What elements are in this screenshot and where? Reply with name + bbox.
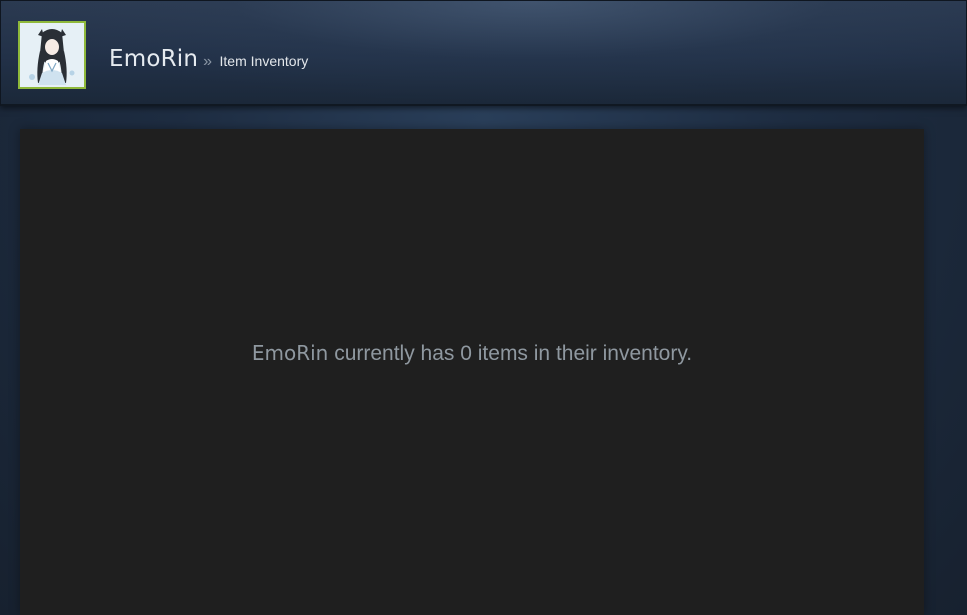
breadcrumb: EmoRin » Item Inventory — [109, 45, 308, 76]
inventory-panel: EmoRin currently has 0 items in their in… — [20, 129, 924, 615]
empty-message-text: currently has 0 items in their inventory… — [328, 342, 693, 365]
section-title: Item Inventory — [219, 53, 309, 69]
avatar[interactable] — [18, 21, 86, 89]
breadcrumb-separator: » — [203, 53, 213, 70]
persona-name-link[interactable]: EmoRin — [109, 46, 198, 72]
empty-inventory-message: EmoRin currently has 0 items in their in… — [20, 341, 924, 366]
avatar-image-icon — [20, 23, 84, 87]
profile-header: EmoRin » Item Inventory — [0, 0, 967, 106]
inventory-page: EmoRin » Item Inventory EmoRin currently … — [0, 0, 967, 615]
owner-name: EmoRin — [251, 341, 329, 365]
